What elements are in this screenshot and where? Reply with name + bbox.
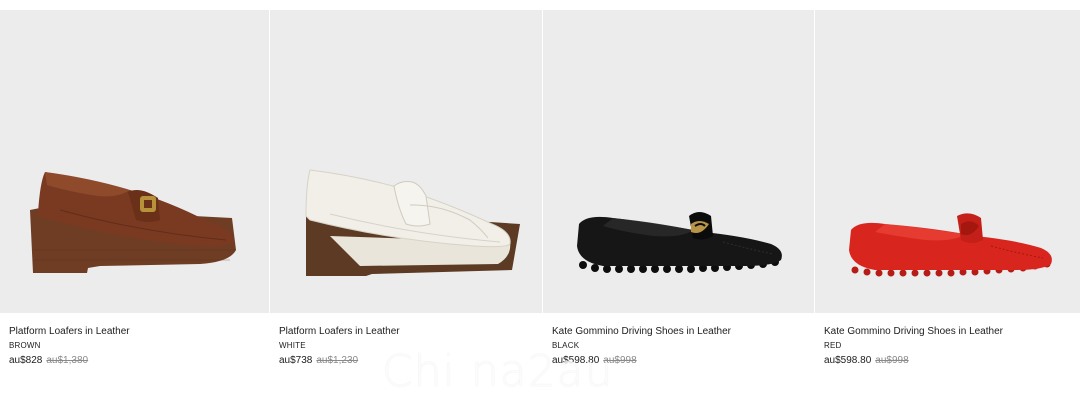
product-info: Platform Loafers in Leather BROWN au$828… xyxy=(9,326,263,367)
driving-shoe-red-illustration xyxy=(849,213,1052,277)
product-price: au$828 au$1,380 xyxy=(9,355,263,367)
platform-loafer-white-illustration xyxy=(305,169,520,276)
product-info: Platform Loafers in Leather WHITE au$738… xyxy=(279,326,536,367)
product-price: au$598.80 au$998 xyxy=(824,355,1074,367)
sale-price: au$598.80 xyxy=(824,355,872,366)
product-image[interactable] xyxy=(270,10,542,313)
product-grid: Platform Loafers in Leather BROWN au$828… xyxy=(0,10,1080,418)
product-card-white-platform-loafer[interactable]: Platform Loafers in Leather WHITE au$738… xyxy=(269,10,542,418)
product-name[interactable]: Kate Gommino Driving Shoes in Leather xyxy=(824,326,1074,338)
sale-price: au$828 xyxy=(9,355,43,366)
product-price: au$598.80 au$998 xyxy=(552,355,808,367)
product-info: Kate Gommino Driving Shoes in Leather RE… xyxy=(824,326,1074,367)
original-price: au$998 xyxy=(603,355,637,366)
original-price: au$998 xyxy=(875,355,909,366)
original-price: au$1,380 xyxy=(46,355,89,366)
sale-price: au$598.80 xyxy=(552,355,600,366)
driving-shoe-black-illustration xyxy=(577,212,782,273)
product-info: Kate Gommino Driving Shoes in Leather BL… xyxy=(552,326,808,367)
product-color: WHITE xyxy=(279,341,306,350)
product-image[interactable] xyxy=(543,10,814,313)
product-price: au$738 au$1,230 xyxy=(279,355,536,367)
product-card-brown-platform-loafer[interactable]: Platform Loafers in Leather BROWN au$828… xyxy=(0,10,269,418)
platform-loafer-brown-illustration xyxy=(30,172,236,273)
product-color: BROWN xyxy=(9,341,41,350)
product-color: RED xyxy=(824,341,842,350)
original-price: au$1,230 xyxy=(316,355,359,366)
product-card-red-driving-shoe[interactable]: Kate Gommino Driving Shoes in Leather RE… xyxy=(814,10,1080,418)
sale-price: au$738 xyxy=(279,355,313,366)
product-image[interactable] xyxy=(815,10,1080,313)
product-color: BLACK xyxy=(552,341,580,350)
product-image[interactable] xyxy=(0,10,269,313)
product-name[interactable]: Kate Gommino Driving Shoes in Leather xyxy=(552,326,808,338)
product-name[interactable]: Platform Loafers in Leather xyxy=(279,326,536,338)
product-card-black-driving-shoe[interactable]: Kate Gommino Driving Shoes in Leather BL… xyxy=(542,10,814,418)
product-name[interactable]: Platform Loafers in Leather xyxy=(9,326,263,338)
